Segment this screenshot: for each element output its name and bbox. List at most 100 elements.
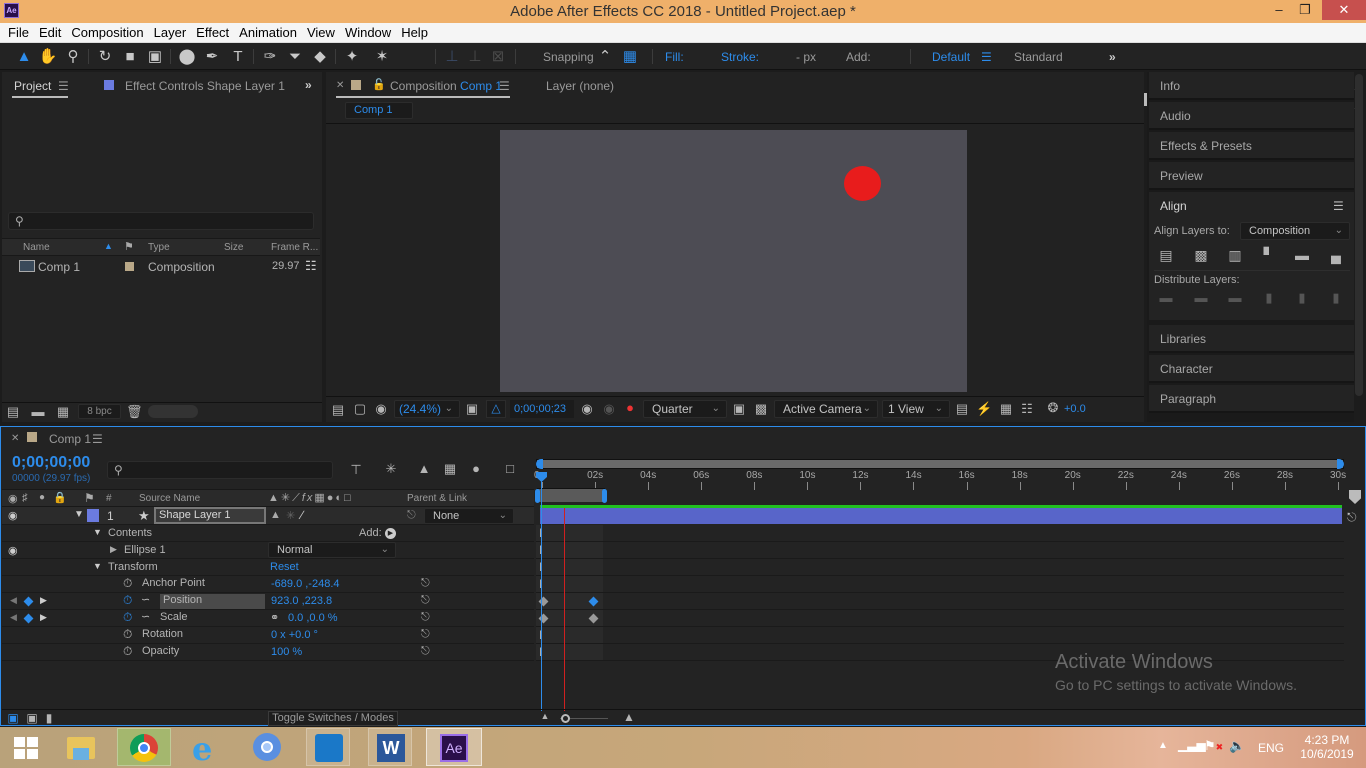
new-folder-icon[interactable]: ▬ bbox=[30, 404, 46, 419]
transparency-grid-icon[interactable]: ▩ bbox=[753, 401, 769, 417]
align-to-dropdown[interactable]: Composition ⌄ bbox=[1240, 222, 1350, 240]
type-tool-icon[interactable]: T bbox=[228, 47, 248, 66]
property-row-opacity[interactable]: ⏱ Opacity 100 % ⎋ bbox=[2, 644, 534, 661]
keyframe-lane[interactable]: I bbox=[536, 576, 1344, 593]
collapse-triangle-icon[interactable]: ▶ bbox=[110, 544, 117, 555]
panel-menu-icon[interactable]: ☰ bbox=[58, 79, 69, 93]
transform-row[interactable]: ▼ Transform Reset bbox=[2, 559, 534, 576]
comp-button-icon[interactable]: ⎋ bbox=[1347, 510, 1357, 525]
layer-row[interactable]: ◉ ▼ 1 ★ Shape Layer 1 ▲ ✳ ∕ ⎋ None ⌄ bbox=[2, 507, 534, 525]
magnification-dropdown[interactable]: (24.4%) ⌄ bbox=[394, 400, 460, 418]
chrome-taskbar-button[interactable] bbox=[117, 728, 171, 766]
language-indicator[interactable]: ENG bbox=[1258, 741, 1284, 755]
layer-duration-bar[interactable] bbox=[540, 508, 1342, 524]
menu-composition[interactable]: Composition bbox=[66, 23, 148, 43]
pick-whip-icon[interactable]: ⎋ bbox=[421, 611, 430, 624]
tab-composition[interactable]: Composition Comp 1 bbox=[390, 79, 502, 93]
expand-triangle-icon[interactable]: ▼ bbox=[93, 561, 102, 571]
shy-layers-icon[interactable]: ▲ bbox=[415, 461, 433, 476]
snapshot-icon[interactable]: ◉ bbox=[579, 401, 595, 417]
eraser-tool-icon[interactable]: ◆ bbox=[310, 47, 330, 66]
workspace-default[interactable]: Default bbox=[932, 50, 970, 64]
intel-app-icon[interactable] bbox=[306, 728, 350, 766]
camera-tool-icon[interactable]: ■ bbox=[120, 47, 140, 66]
selection-tool-icon[interactable]: ▲ bbox=[14, 47, 34, 66]
preview-panel[interactable]: Preview bbox=[1149, 162, 1354, 190]
composition-canvas[interactable] bbox=[500, 130, 967, 392]
bit-depth-button[interactable]: 8 bpc bbox=[78, 404, 121, 419]
current-time-display[interactable]: 0;00;00;23 bbox=[510, 400, 574, 418]
align-right-icon[interactable]: ▥ bbox=[1227, 247, 1243, 264]
stopwatch-icon[interactable]: ⏱ bbox=[123, 576, 132, 591]
camera-view-dropdown[interactable]: Active Camera ⌄ bbox=[774, 400, 878, 418]
distribute-left-icon[interactable]: ▮ bbox=[1261, 290, 1277, 306]
menu-layer[interactable]: Layer bbox=[149, 23, 192, 43]
previous-keyframe-icon[interactable]: ◀ bbox=[10, 595, 17, 606]
current-time-indicator[interactable] bbox=[541, 476, 542, 711]
more-panels-icon[interactable]: » bbox=[305, 78, 312, 92]
distribute-hcenter-icon[interactable]: ▮ bbox=[1294, 290, 1310, 306]
menu-help[interactable]: Help bbox=[396, 23, 433, 43]
zoom-in-icon[interactable]: ▲ bbox=[620, 710, 638, 724]
world-axis-icon[interactable]: ⊥ bbox=[465, 47, 485, 66]
pick-whip-icon[interactable]: ⎋ bbox=[421, 645, 430, 658]
tab-project[interactable]: Project bbox=[14, 79, 51, 93]
work-area-bar[interactable] bbox=[535, 488, 607, 503]
comp-mini-flowchart-icon[interactable]: ⊤ bbox=[347, 462, 365, 478]
contents-row[interactable]: ▼ Contents Add: ▶ bbox=[2, 525, 534, 542]
audio-icon[interactable]: ♯ bbox=[22, 492, 28, 504]
menu-animation[interactable]: Animation bbox=[234, 23, 302, 43]
property-value[interactable]: 0 x +0.0 ° bbox=[271, 629, 318, 641]
graph-icon[interactable]: ∽ bbox=[141, 593, 150, 606]
property-row-position[interactable]: ◀ ▶ ⏱ ∽ Position 923.0 ,223.8 ⎋ bbox=[2, 593, 534, 610]
trash-icon[interactable]: 🗑 bbox=[126, 404, 143, 420]
snap-edges-icon[interactable]: ⌃ bbox=[595, 47, 615, 66]
ellipse-tool-icon[interactable]: ⬤ bbox=[177, 47, 197, 66]
keyframe-lane[interactable] bbox=[536, 593, 1344, 610]
keyframe-lane[interactable]: I bbox=[536, 644, 1344, 661]
align-top-icon[interactable]: ▘ bbox=[1261, 247, 1277, 264]
keyframe-lane[interactable]: I bbox=[536, 559, 1344, 576]
zoom-out-icon[interactable]: ▲ bbox=[539, 711, 551, 721]
workspace-menu-icon[interactable]: ☰ bbox=[981, 50, 992, 64]
snap-features-icon[interactable]: ▦ bbox=[620, 47, 640, 66]
align-panel-menu-icon[interactable]: ☰ bbox=[1333, 199, 1344, 213]
column-type[interactable]: Type bbox=[148, 242, 170, 253]
graph-editor-icon[interactable]: □ bbox=[501, 461, 519, 476]
distribute-top-icon[interactable]: ▬ bbox=[1158, 290, 1174, 305]
project-scrollbar[interactable] bbox=[148, 405, 198, 418]
comp-breadcrumb[interactable]: Comp 1 bbox=[345, 102, 413, 119]
roto-brush-tool-icon[interactable]: ✦ bbox=[342, 47, 362, 66]
show-hidden-icons[interactable]: ▲ bbox=[1158, 740, 1168, 751]
layer-label-color[interactable] bbox=[87, 509, 99, 522]
network-icon[interactable]: ▁▃▅ bbox=[1178, 738, 1206, 752]
show-snapshot-icon[interactable]: ◉ bbox=[601, 401, 617, 417]
zoom-tool-icon[interactable]: ⚲ bbox=[63, 47, 83, 66]
stopwatch-icon[interactable]: ⏱ bbox=[123, 593, 132, 608]
blend-mode-dropdown[interactable]: Normal ⌄ bbox=[268, 542, 396, 558]
navigator-start-handle[interactable] bbox=[536, 459, 543, 469]
close-tab-icon[interactable]: ✕ bbox=[11, 433, 19, 444]
word-icon[interactable]: W bbox=[368, 728, 412, 766]
ellipse-row[interactable]: ◉ ▶ Ellipse 1 Normal ⌄ bbox=[2, 542, 534, 559]
distribute-right-icon[interactable]: ▮ bbox=[1328, 290, 1344, 306]
label-tag-icon[interactable]: ⚑ bbox=[84, 491, 95, 505]
motion-blur-switch[interactable] bbox=[349, 509, 361, 522]
close-button[interactable]: ✕ bbox=[1322, 0, 1366, 20]
tab-effect-controls[interactable]: Effect Controls Shape Layer 1 bbox=[125, 79, 285, 93]
pick-whip-icon[interactable]: ⎋ bbox=[421, 594, 430, 607]
stopwatch-icon[interactable]: ⏱ bbox=[123, 644, 132, 659]
maximize-button[interactable]: ❐ bbox=[1292, 0, 1318, 20]
red-ellipse-shape[interactable] bbox=[844, 166, 881, 201]
expand-triangle-icon[interactable]: ▼ bbox=[74, 509, 84, 520]
parent-dropdown[interactable]: None ⌄ bbox=[424, 508, 514, 524]
sort-ascending-icon[interactable]: ▲ bbox=[104, 241, 113, 251]
internet-explorer-icon[interactable]: e bbox=[184, 728, 228, 768]
property-row-rotation[interactable]: ⏱ Rotation 0 x +0.0 ° ⎋ bbox=[2, 627, 534, 644]
timeline-search-input[interactable]: ⚲ bbox=[107, 461, 333, 479]
column-name[interactable]: Name bbox=[23, 242, 50, 253]
lock-icon[interactable]: 🔒 bbox=[53, 491, 67, 504]
effects-presets-panel[interactable]: Effects & Presets bbox=[1149, 132, 1354, 160]
layer-switches-pane-icon[interactable]: ▣ bbox=[6, 711, 20, 725]
add-keyframe-icon[interactable] bbox=[23, 613, 34, 624]
